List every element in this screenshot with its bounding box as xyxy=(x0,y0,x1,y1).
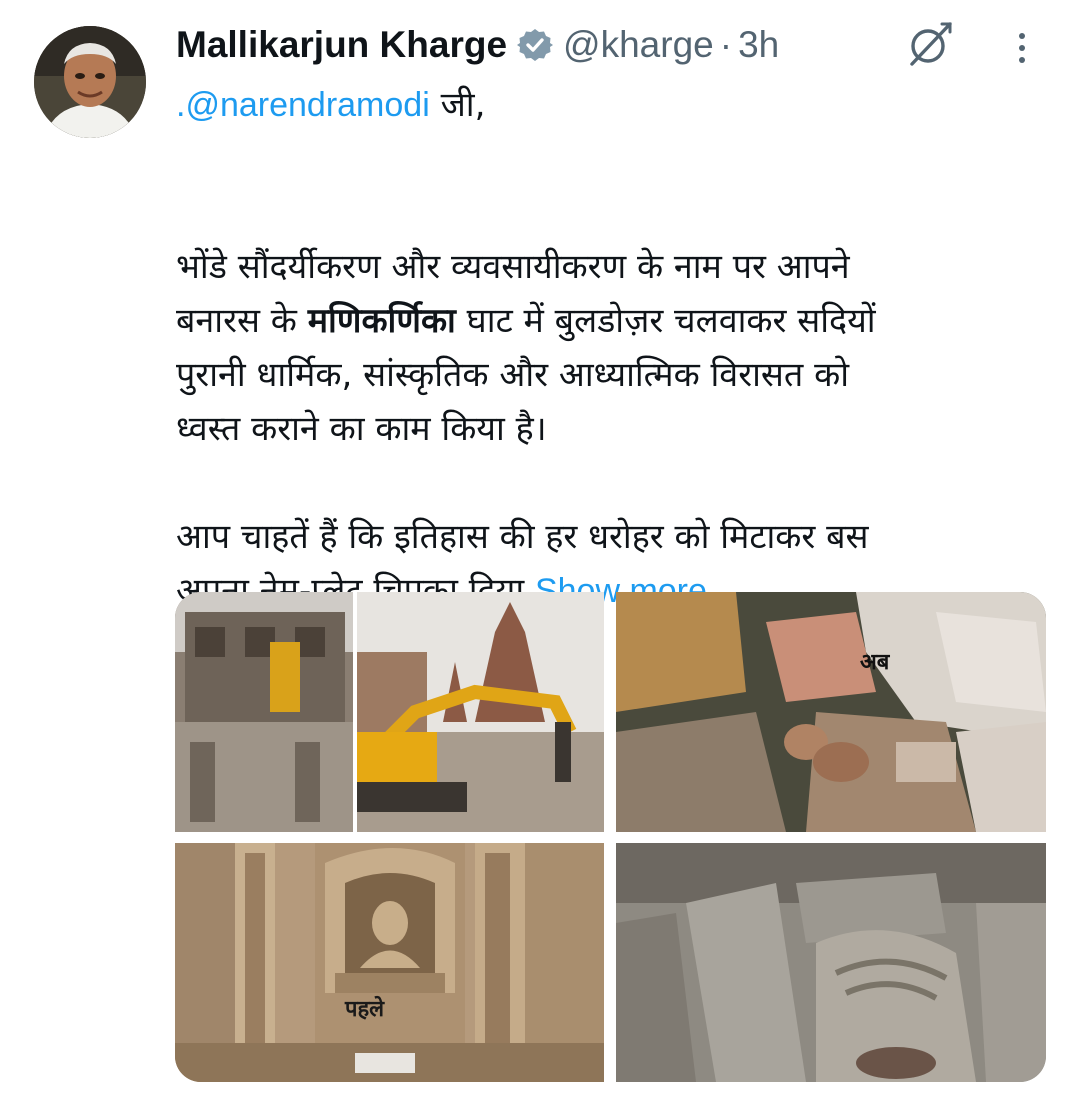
grok-icon[interactable] xyxy=(906,20,954,68)
author-avatar[interactable] xyxy=(34,26,146,138)
tweet-timestamp[interactable]: 3h xyxy=(738,24,779,66)
greeting-suffix: जी, xyxy=(429,85,486,125)
paragraph-2-line-1: आप चाहतें हैं कि इतिहास की हर धरोहर को म… xyxy=(176,517,869,557)
author-handle[interactable]: @kharge xyxy=(563,24,714,66)
paragraph-1-line-3: पुरानी धार्मिक, सांस्कृतिक और आध्यात्मिक… xyxy=(176,355,849,395)
verified-badge-icon xyxy=(517,27,554,63)
media-photo-temple-before[interactable]: पहले xyxy=(175,843,604,1082)
more-vertical-icon[interactable] xyxy=(1012,28,1032,68)
greeting-line: .@narendramodi जी, xyxy=(176,78,1036,132)
bold-ghat-name: मणिकर्णिका xyxy=(307,301,456,341)
tweet-body: .@narendramodi जी, भोंडे सौंदर्यीकरण और … xyxy=(176,78,1036,618)
text-fragment: घाट में बुलडोज़र चलवाकर सदियों xyxy=(455,301,876,341)
media-grid: अब पहले xyxy=(175,592,1046,1082)
media-photo-broken-carving[interactable] xyxy=(616,843,1046,1082)
header-separator: · xyxy=(719,24,733,65)
media-label-now: अब xyxy=(860,650,890,675)
paragraph-1-line-4: ध्वस्त कराने का काम किया है। xyxy=(176,409,547,449)
media-label-before: पहले xyxy=(345,997,385,1022)
paragraph-1-line-2: बनारस के मणिकर्णिका घाट में बुलडोज़र चलव… xyxy=(176,294,1036,348)
mention-link[interactable]: .@narendramodi xyxy=(176,86,430,124)
paragraph-1-line-1: भोंडे सौंदर्यीकरण और व्यवसायीकरण के नाम … xyxy=(176,247,850,287)
text-fragment: बनारस के xyxy=(176,301,308,341)
media-photo-rubble-now[interactable]: अब xyxy=(616,592,1046,832)
author-name[interactable]: Mallikarjun Kharge xyxy=(176,24,507,66)
tweet-header: Mallikarjun Kharge @kharge · 3h xyxy=(176,20,779,70)
media-photo-bulldozer[interactable] xyxy=(175,592,604,832)
